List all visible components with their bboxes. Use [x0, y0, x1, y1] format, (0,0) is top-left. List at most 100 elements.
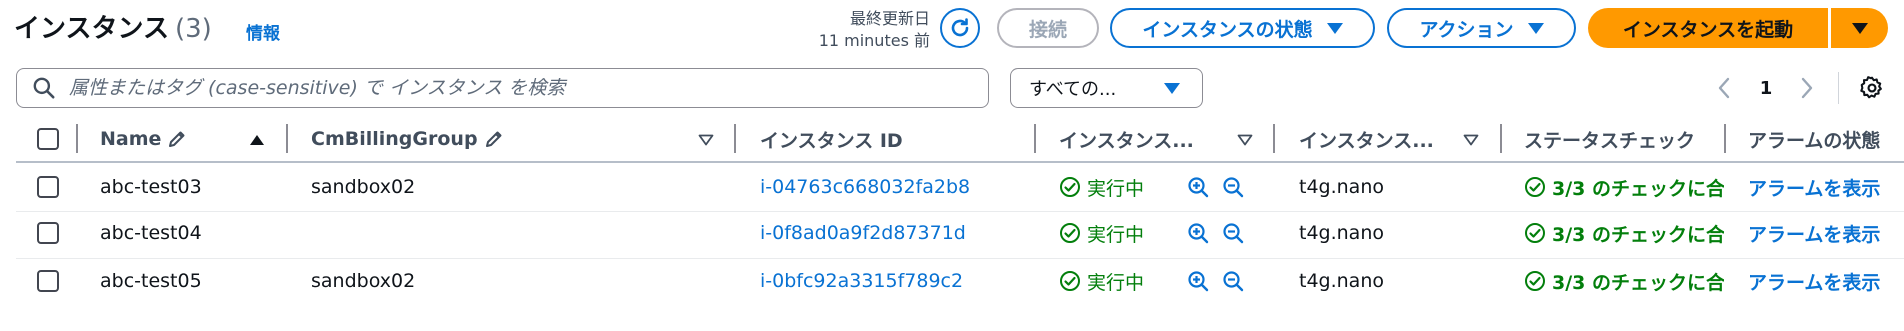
- checkbox[interactable]: [37, 176, 59, 198]
- view-alarms-link[interactable]: アラームを表示: [1748, 172, 1904, 202]
- cell-status-check: 3/3 のチェックに合格しました: [1524, 266, 1724, 296]
- sort-icon[interactable]: [698, 134, 714, 146]
- preferences-button[interactable]: [1852, 68, 1892, 108]
- table-row[interactable]: abc-test03 sandbox02 i-04763c668032fa2b8…: [0, 172, 1904, 202]
- row-checkbox[interactable]: [37, 176, 59, 198]
- column-header-alarm-status-label: アラームの状態: [1748, 129, 1881, 152]
- cell-status-check: 3/3 のチェックに合格しました: [1524, 218, 1724, 248]
- column-header-alarm-status[interactable]: アラームの状態: [1748, 120, 1904, 158]
- pencil-icon: [485, 131, 502, 147]
- checkbox[interactable]: [37, 128, 59, 150]
- instance-state-text: 実行中: [1087, 271, 1145, 294]
- refresh-icon: [951, 18, 969, 37]
- column-resizer[interactable]: [76, 124, 78, 153]
- row-divider: [16, 211, 1904, 212]
- column-header-instance-id-label: インスタンス ID: [760, 129, 903, 152]
- pencil-icon: [169, 131, 185, 147]
- view-alarms-link[interactable]: アラームを表示: [1748, 218, 1904, 248]
- table-header-divider: [16, 161, 1904, 163]
- cell-status-check: 3/3 のチェックに合格しました: [1524, 172, 1724, 202]
- row-checkbox[interactable]: [37, 222, 59, 244]
- info-link[interactable]: 情報: [246, 19, 280, 44]
- launch-options-button[interactable]: [1831, 8, 1888, 48]
- column-resizer[interactable]: [734, 124, 736, 153]
- cell-name: abc-test05: [100, 270, 202, 292]
- status-check-text: 3/3 のチェックに合格しました: [1552, 271, 1724, 294]
- search-field[interactable]: [16, 68, 989, 108]
- zoom-out-button[interactable]: [1221, 175, 1245, 203]
- connect-button-label: 接続: [1028, 18, 1067, 41]
- select-all-checkbox[interactable]: [37, 128, 59, 150]
- table-row[interactable]: abc-test04 i-0f8ad0a9f2d87371d 実行中 t4g.n…: [0, 218, 1904, 248]
- last-updated: 最終更新日 11 minutes 前: [800, 8, 930, 52]
- check-circle-icon: [1060, 271, 1080, 291]
- instance-state-dropdown[interactable]: インスタンスの状態: [1110, 8, 1375, 48]
- launch-instance-label: インスタンスを起動: [1622, 18, 1794, 41]
- next-page-button[interactable]: [1795, 68, 1819, 108]
- actions-label: アクション: [1419, 18, 1514, 41]
- zoom-in-icon: [1188, 271, 1209, 292]
- last-updated-label: 最終更新日: [849, 9, 930, 28]
- zoom-out-button[interactable]: [1221, 221, 1245, 249]
- chevron-down-icon: [1851, 22, 1868, 34]
- zoom-out-button[interactable]: [1221, 269, 1245, 297]
- instance-state-filter[interactable]: すべての...: [1010, 68, 1203, 108]
- checkbox[interactable]: [37, 270, 59, 292]
- cell-name: abc-test03: [100, 176, 202, 198]
- instance-id-link[interactable]: i-0f8ad0a9f2d87371d: [760, 218, 1020, 248]
- search-input[interactable]: [67, 76, 988, 100]
- actions-dropdown[interactable]: アクション: [1387, 8, 1576, 48]
- check-circle-icon: [1525, 177, 1545, 197]
- launch-instance-button[interactable]: インスタンスを起動: [1588, 8, 1828, 48]
- column-header-status-check[interactable]: ステータスチェック: [1524, 120, 1727, 158]
- instance-count: (3): [174, 14, 212, 44]
- cell-instance-state: 実行中: [1059, 266, 1184, 296]
- checkbox[interactable]: [37, 222, 59, 244]
- column-resizer[interactable]: [1273, 124, 1275, 153]
- table-row[interactable]: abc-test05 sandbox02 i-0bfc92a3315f789c2…: [0, 266, 1904, 296]
- connect-button[interactable]: 接続: [997, 8, 1099, 48]
- cell-billing-group: sandbox02: [311, 270, 416, 292]
- column-resizer[interactable]: [1724, 124, 1726, 153]
- sort-icon[interactable]: [1237, 134, 1253, 146]
- column-header-billing-group[interactable]: CmBillingGroup: [311, 120, 511, 158]
- status-check-text: 3/3 のチェックに合格しました: [1552, 223, 1724, 246]
- chevron-down-icon: [1326, 22, 1343, 34]
- zoom-in-button[interactable]: [1186, 175, 1210, 203]
- page-title-text: インスタンス: [14, 14, 169, 44]
- previous-page-button[interactable]: [1712, 68, 1736, 108]
- page-title: インスタンス (3): [14, 8, 212, 45]
- column-resizer[interactable]: [1500, 124, 1502, 153]
- column-header-instance-state-label: インスタンス...: [1059, 129, 1194, 152]
- check-circle-icon: [1525, 271, 1545, 291]
- status-check-text: 3/3 のチェックに合格しました: [1552, 177, 1724, 200]
- row-checkbox[interactable]: [37, 270, 59, 292]
- cell-instance-type: t4g.nano: [1299, 270, 1384, 292]
- instance-id-link[interactable]: i-04763c668032fa2b8: [760, 172, 1020, 202]
- view-alarms-link[interactable]: アラームを表示: [1748, 266, 1904, 296]
- last-updated-value: 11 minutes 前: [818, 31, 930, 50]
- chevron-left-icon: [1718, 77, 1730, 99]
- row-divider: [16, 258, 1904, 259]
- column-header-instance-state[interactable]: インスタンス...: [1059, 120, 1209, 158]
- refresh-button[interactable]: [940, 8, 980, 48]
- chevron-down-icon: [1164, 82, 1180, 94]
- instance-state-text: 実行中: [1087, 223, 1145, 246]
- instance-id-link[interactable]: i-0bfc92a3315f789c2: [760, 266, 1020, 296]
- column-header-status-check-label: ステータスチェック: [1524, 129, 1696, 152]
- column-header-billing-group-label: CmBillingGroup: [311, 128, 478, 150]
- column-header-instance-type[interactable]: インスタンス...: [1299, 120, 1449, 158]
- column-resizer[interactable]: [286, 124, 288, 153]
- column-resizer[interactable]: [1034, 124, 1036, 153]
- cell-instance-type: t4g.nano: [1299, 222, 1384, 244]
- chevron-right-icon: [1801, 77, 1813, 99]
- sort-icon[interactable]: [1463, 134, 1479, 146]
- instance-state-label: インスタンスの状態: [1142, 18, 1313, 41]
- check-circle-icon: [1060, 177, 1080, 197]
- zoom-in-button[interactable]: [1186, 221, 1210, 249]
- cell-instance-state: 実行中: [1059, 218, 1184, 248]
- sort-ascending-icon[interactable]: [249, 134, 265, 146]
- zoom-in-button[interactable]: [1186, 269, 1210, 297]
- column-header-instance-id[interactable]: インスタンス ID: [760, 120, 1020, 158]
- current-page[interactable]: 1: [1752, 68, 1780, 108]
